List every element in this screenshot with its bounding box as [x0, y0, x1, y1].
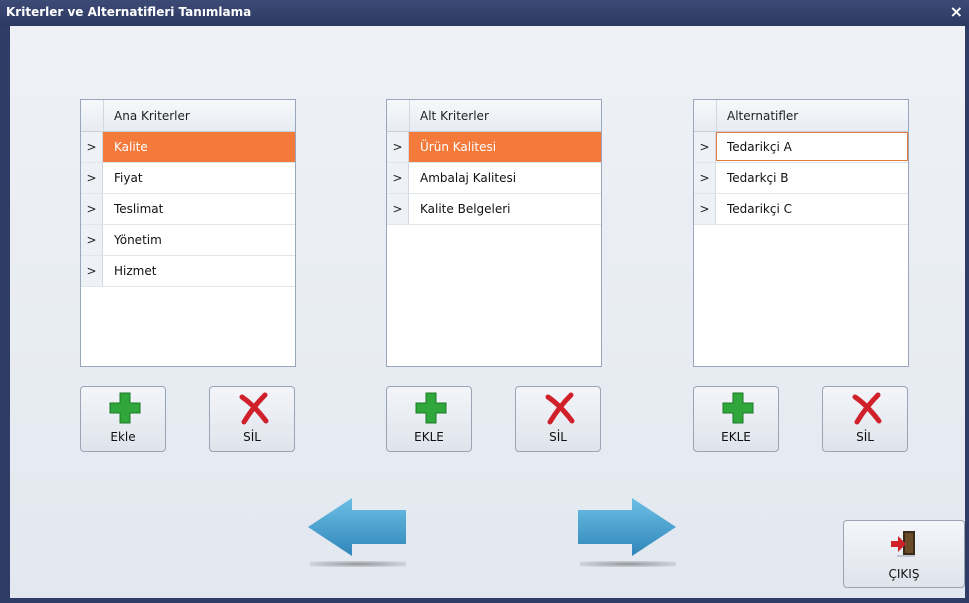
grid-alt-kriterler[interactable]: Alt Kriterler > Ürün Kalitesi > Ambalaj …: [386, 99, 602, 367]
table-row[interactable]: > Teslimat: [81, 194, 295, 225]
table-row[interactable]: > Yönetim: [81, 225, 295, 256]
x-icon: [852, 392, 882, 425]
row-indicator: >: [694, 163, 716, 193]
plus-icon: [415, 392, 447, 424]
row-indicator: >: [387, 194, 409, 224]
arrow-right-icon[interactable]: [576, 496, 676, 558]
exit-button[interactable]: ÇIKIŞ: [843, 520, 965, 588]
exit-label: ÇIKIŞ: [888, 567, 920, 581]
plus-icon: [722, 392, 754, 424]
cell-tedarikci-c[interactable]: Tedarikçi C: [727, 202, 792, 216]
x-icon: [545, 392, 575, 425]
cell-hizmet[interactable]: Hizmet: [114, 264, 156, 278]
cell-ambalaj-kalitesi[interactable]: Ambalaj Kalitesi: [420, 171, 516, 185]
table-row[interactable]: > Kalite Belgeleri: [387, 194, 601, 225]
main-window: Kriterler ve Alternatifleri Tanımlama × …: [0, 0, 969, 603]
close-icon[interactable]: ×: [950, 3, 963, 21]
cell-kalite[interactable]: Kalite: [114, 140, 148, 154]
column-header-ana-kriterler: Ana Kriterler: [114, 109, 190, 123]
row-indicator: >: [81, 256, 103, 286]
table-row[interactable]: > Ambalaj Kalitesi: [387, 163, 601, 194]
plus-icon: [109, 392, 141, 424]
cell-fiyat[interactable]: Fiyat: [114, 171, 143, 185]
ana-add-button[interactable]: Ekle: [80, 386, 166, 452]
table-row[interactable]: > Kalite: [81, 132, 295, 163]
cell-kalite-belgeleri[interactable]: Kalite Belgeleri: [420, 202, 511, 216]
cell-tedarkci-b[interactable]: Tedarkçi B: [727, 171, 789, 185]
column-header-alt-kriterler: Alt Kriterler: [420, 109, 489, 123]
alt-delete-label: SİL: [549, 430, 567, 444]
alternatif-delete-label: SİL: [856, 430, 874, 444]
row-indicator: >: [694, 132, 716, 162]
cell-teslimat[interactable]: Teslimat: [114, 202, 163, 216]
row-indicator: >: [81, 132, 103, 162]
ana-delete-label: SİL: [243, 430, 261, 444]
grid-header: Alt Kriterler: [387, 100, 601, 132]
grid-header: Alternatifler: [694, 100, 908, 132]
table-row[interactable]: > Hizmet: [81, 256, 295, 287]
arrow-left-shadow: [310, 561, 406, 567]
arrow-right-shadow: [580, 561, 676, 567]
column-header-alternatifler: Alternatifler: [727, 109, 799, 123]
alt-add-button[interactable]: EKLE: [386, 386, 472, 452]
grid-header: Ana Kriterler: [81, 100, 295, 132]
row-indicator: >: [387, 163, 409, 193]
alt-delete-button[interactable]: SİL: [515, 386, 601, 452]
indicator-header: [81, 100, 104, 131]
cell-yonetim[interactable]: Yönetim: [114, 233, 162, 247]
row-indicator: >: [694, 194, 716, 224]
table-row[interactable]: > Tedarikçi A: [694, 132, 908, 163]
grid-ana-kriterler[interactable]: Ana Kriterler > Kalite > Fiyat > Teslima…: [80, 99, 296, 367]
ana-add-label: Ekle: [110, 430, 136, 444]
arrow-left-icon[interactable]: [308, 496, 408, 558]
exit-door-icon: [891, 531, 915, 557]
alternatif-add-label: EKLE: [721, 430, 751, 444]
row-indicator: >: [387, 132, 409, 162]
alt-add-label: EKLE: [414, 430, 444, 444]
window-title: Kriterler ve Alternatifleri Tanımlama: [6, 5, 252, 19]
client-area: Ana Kriterler > Kalite > Fiyat > Teslima…: [10, 26, 965, 598]
grid-alternatifler[interactable]: Alternatifler > Tedarikçi A > Tedarkçi B…: [693, 99, 909, 367]
cell-tedarikci-a[interactable]: Tedarikçi A: [727, 140, 792, 154]
x-icon: [239, 392, 269, 425]
title-bar[interactable]: Kriterler ve Alternatifleri Tanımlama ×: [0, 0, 969, 26]
alternatif-add-button[interactable]: EKLE: [693, 386, 779, 452]
indicator-header: [694, 100, 717, 131]
table-row[interactable]: > Fiyat: [81, 163, 295, 194]
ana-delete-button[interactable]: SİL: [209, 386, 295, 452]
row-indicator: >: [81, 163, 103, 193]
row-indicator: >: [81, 225, 103, 255]
alternatif-delete-button[interactable]: SİL: [822, 386, 908, 452]
indicator-header: [387, 100, 410, 131]
table-row[interactable]: > Tedarikçi C: [694, 194, 908, 225]
cell-urun-kalitesi[interactable]: Ürün Kalitesi: [420, 140, 496, 154]
table-row[interactable]: > Ürün Kalitesi: [387, 132, 601, 163]
table-row[interactable]: > Tedarkçi B: [694, 163, 908, 194]
row-indicator: >: [81, 194, 103, 224]
